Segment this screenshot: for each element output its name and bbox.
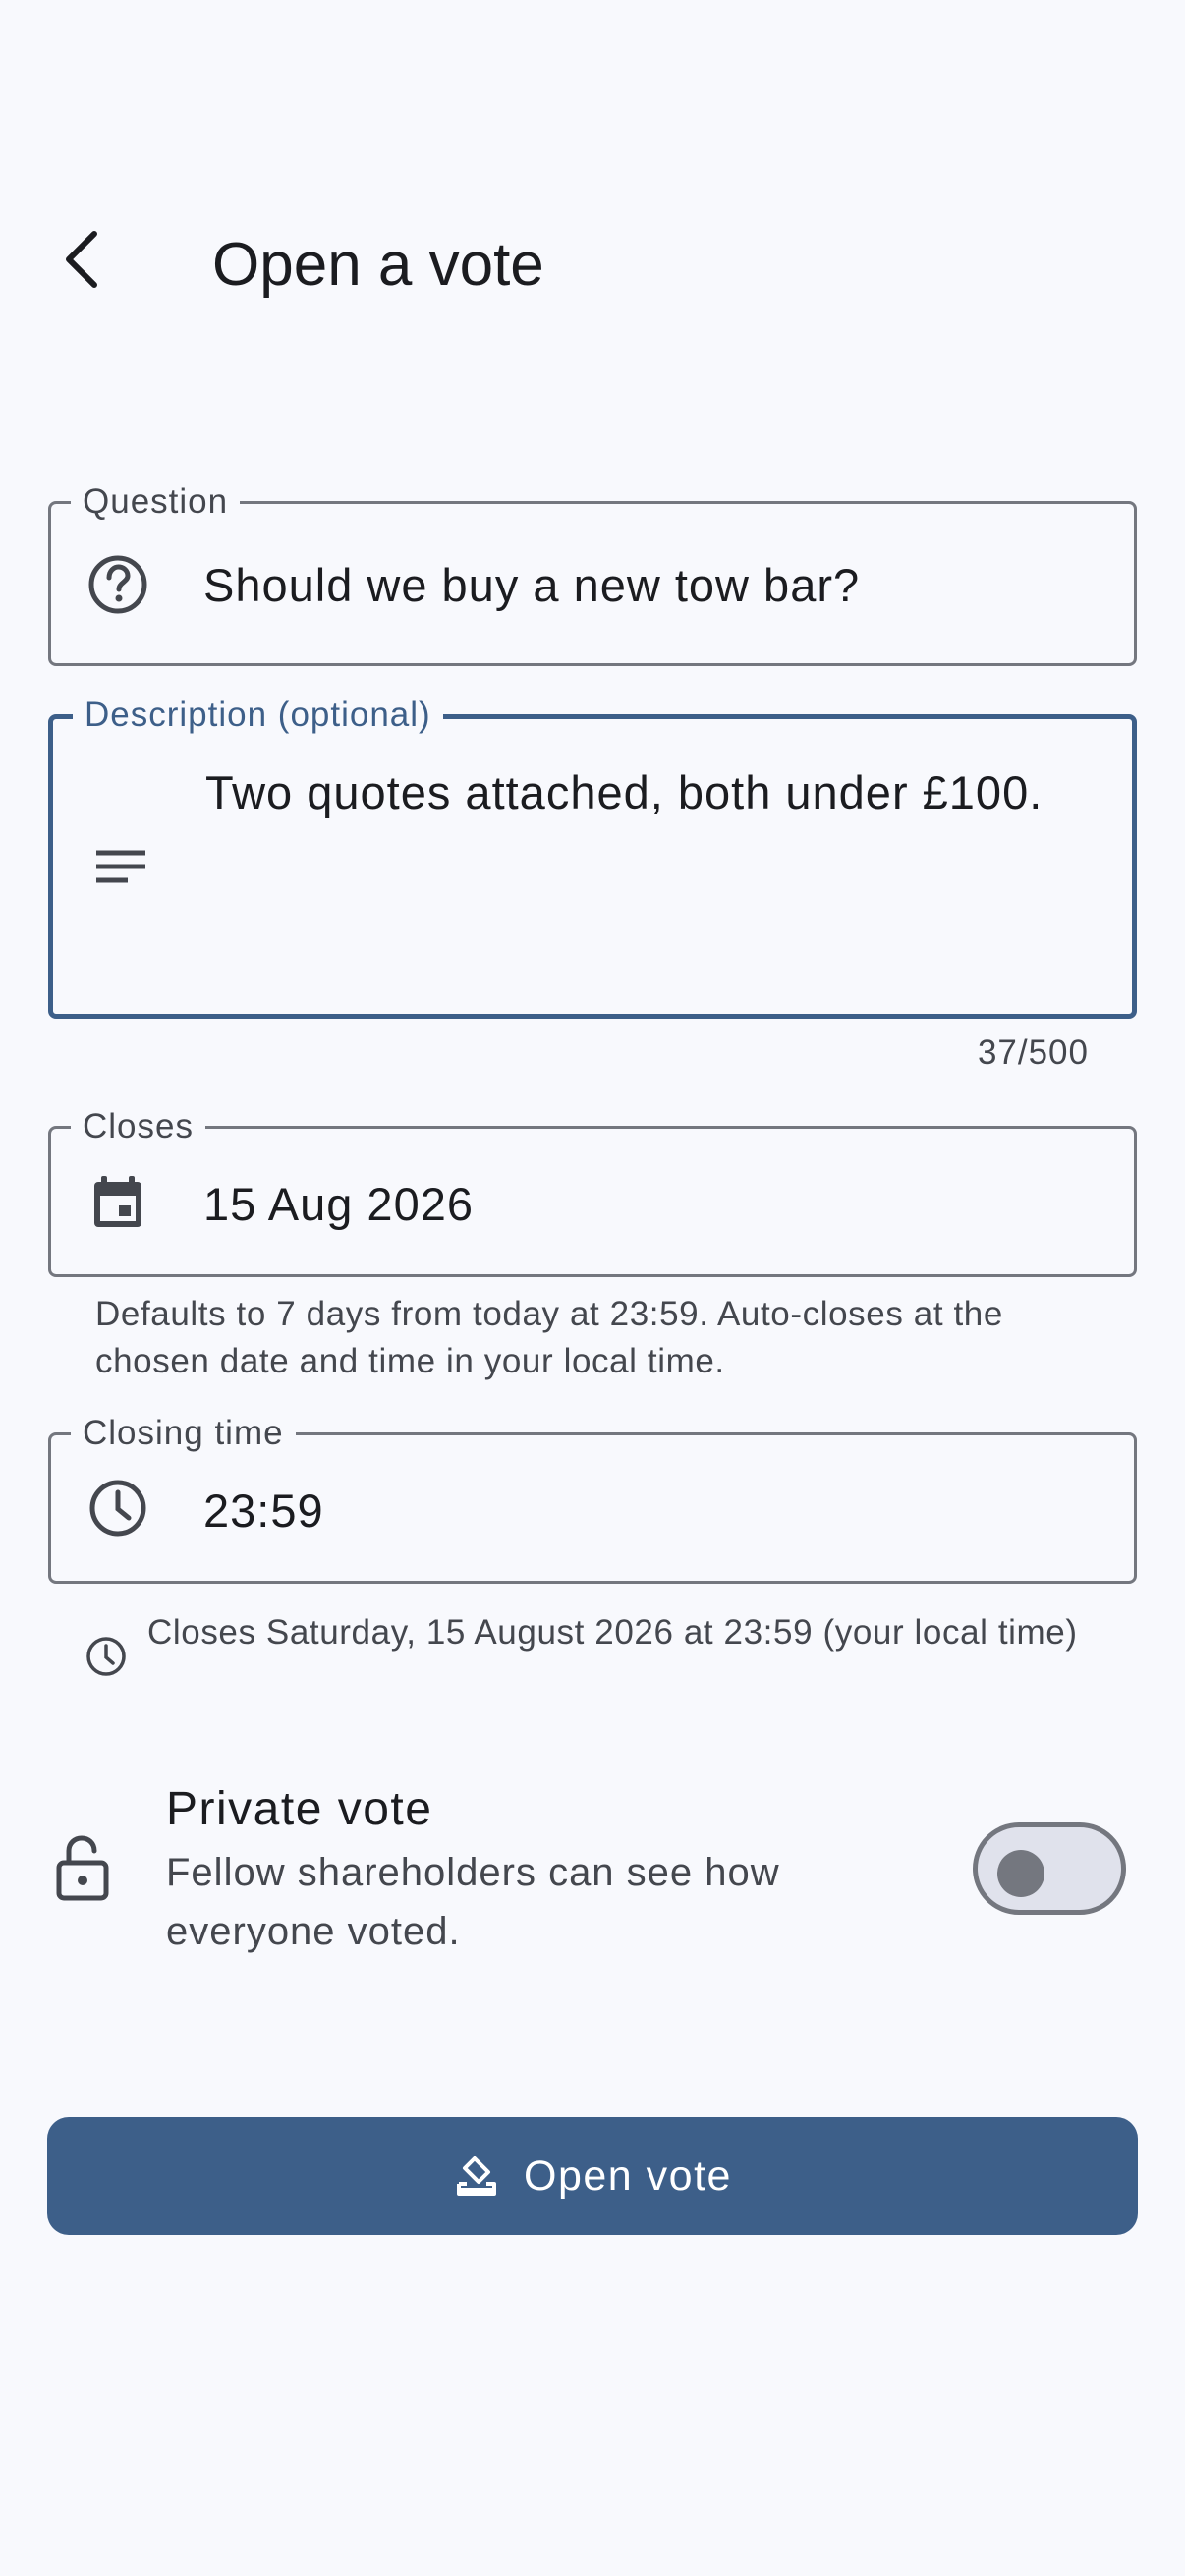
ballot-icon [457,2156,497,2196]
notes-icon [88,837,151,900]
chevron-left-icon [66,231,97,288]
closes-date-field[interactable]: Closes 15 Aug 2026 [48,1107,1137,1277]
description-label: Description (optional) [73,696,443,735]
character-counter: 37/500 [977,1034,1089,1072]
lock-open-icon [51,1833,114,1904]
closes-label: Closes [71,1107,205,1147]
calendar-icon [86,1170,149,1233]
private-vote-title: Private vote [166,1783,433,1835]
help-circle-icon [86,553,149,616]
description-input[interactable]: Two quotes attached, both under £100. [205,758,1070,827]
switch-thumb [997,1850,1044,1897]
question-field[interactable]: Question Should we buy a new tow bar? [48,482,1137,666]
closes-date-input[interactable]: 15 Aug 2026 [203,1170,1095,1239]
closing-summary: Closes Saturday, 15 August 2026 at 23:59… [147,1613,1078,1652]
clock-icon [86,1477,149,1540]
closing-time-field[interactable]: Closing time 23:59 [48,1414,1137,1584]
clock-icon [83,1633,130,1680]
open-vote-button[interactable]: Open vote [47,2117,1138,2235]
private-vote-description: Fellow shareholders can see how everyone… [166,1851,780,1953]
private-vote-switch[interactable] [973,1822,1126,1915]
closes-helper-text: Defaults to 7 days from today at 23:59. … [95,1295,1003,1380]
closing-time-label: Closing time [71,1414,296,1453]
description-field[interactable]: Description (optional) Two quotes attach… [48,696,1137,1019]
back-button[interactable] [39,216,126,303]
page-title: Open a vote [212,231,544,299]
question-label: Question [71,482,241,522]
closing-time-input[interactable]: 23:59 [203,1477,1095,1545]
open-vote-label: Open vote [524,2152,732,2200]
question-input[interactable]: Should we buy a new tow bar? [203,551,1095,620]
